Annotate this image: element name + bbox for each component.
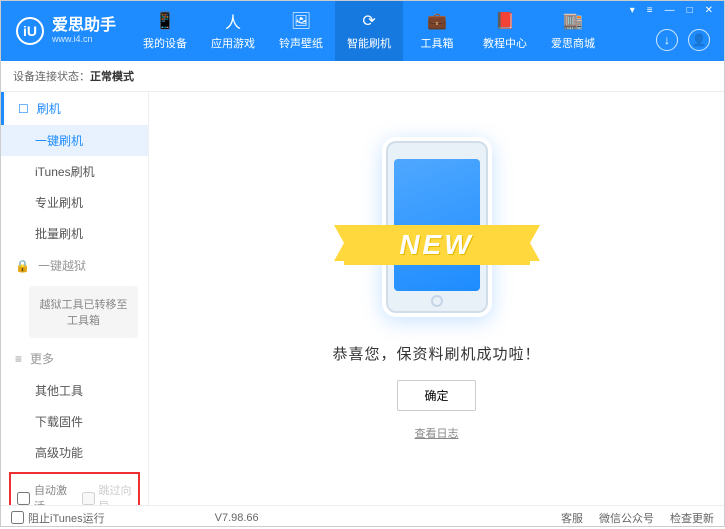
sidebar-item-2[interactable]: 专业刷机 (1, 187, 148, 218)
app-name: 爱思助手 (52, 18, 116, 34)
sidebar-more-item-1[interactable]: 下载固件 (1, 406, 148, 437)
sidebar-item-0[interactable]: 一键刷机 (1, 125, 148, 156)
footer-link-0[interactable]: 客服 (561, 510, 583, 526)
nav-item-0[interactable]: 📱 我的设备 (131, 1, 199, 61)
main-content: NEW 恭喜您，保资料刷机成功啦！ 确定 查看日志 (149, 92, 724, 505)
footer-link-1[interactable]: 微信公众号 (599, 510, 654, 526)
nav-item-1[interactable]: 人应用游戏 (199, 1, 267, 61)
nav-label: 爱思商城 (551, 35, 595, 51)
lock-icon: 🔒 (15, 259, 30, 273)
success-text: 恭喜您，保资料刷机成功啦！ (332, 343, 540, 364)
nav-icon: 🖼 (291, 11, 311, 31)
nav-icon: 💼 (427, 11, 447, 31)
options-row: 自动激活 跳过向导 (9, 472, 140, 505)
view-log-link[interactable]: 查看日志 (415, 425, 459, 441)
nav-item-6[interactable]: 🏬 爱思商城 (539, 1, 607, 61)
nav-icon: ⟳ (359, 11, 379, 31)
list-icon: ≡ (15, 352, 22, 366)
top-nav: 📱我的设备人应用游戏🖼铃声壁纸⟳智能刷机💼工具箱📕教程中心🏬爱思商城 (131, 1, 607, 61)
block-itunes-checkbox[interactable]: 阻止iTunes运行 (11, 510, 105, 526)
minimize-icon[interactable]: — (662, 5, 678, 16)
footer-link-2[interactable]: 检查更新 (670, 510, 714, 526)
new-banner: NEW (344, 225, 530, 265)
sidebar-more-item-0[interactable]: 其他工具 (1, 375, 148, 406)
status-bar: 设备连接状态：正常模式 (1, 61, 724, 92)
sidebar-more-item-2[interactable]: 高级功能 (1, 437, 148, 468)
logo: iU 爱思助手 www.i4.cn (1, 17, 131, 45)
titlebar: ▾ ≡ — □ ✕ (627, 5, 716, 16)
status-value: 正常模式 (90, 71, 134, 83)
nav-icon: 🏬 (563, 11, 583, 31)
sidebar-group-jailbreak: 🔒 一键越狱 (1, 249, 148, 282)
nav-label: 我的设备 (143, 35, 187, 51)
nav-item-4[interactable]: 💼 工具箱 (403, 1, 471, 61)
nav-icon: 人 (223, 11, 243, 31)
sidebar-item-3[interactable]: 批量刷机 (1, 218, 148, 249)
sidebar: ☐ 刷机 一键刷机iTunes刷机专业刷机批量刷机 🔒 一键越狱 越狱工具已转移… (1, 92, 149, 505)
nav-label: 工具箱 (421, 35, 454, 51)
nav-item-5[interactable]: 📕 教程中心 (471, 1, 539, 61)
sidebar-group-more[interactable]: ≡ 更多 (1, 342, 148, 375)
nav-item-2[interactable]: 🖼 铃声壁纸 (267, 1, 335, 61)
footer: 阻止iTunes运行 V7.98.66 客服微信公众号检查更新 (1, 505, 724, 529)
nav-label: 应用游戏 (211, 35, 255, 51)
close-icon[interactable]: ✕ (702, 5, 716, 16)
nav-label: 智能刷机 (347, 35, 391, 51)
maximize-icon[interactable]: □ (684, 5, 696, 16)
nav-icon: 📕 (495, 11, 515, 31)
jailbreak-note: 越狱工具已转移至工具箱 (29, 286, 138, 338)
tray-icon[interactable]: ≡ (644, 5, 656, 16)
header: iU 爱思助手 www.i4.cn 📱我的设备人应用游戏🖼铃声壁纸⟳智能刷机💼工… (1, 1, 724, 61)
skip-guide-checkbox[interactable]: 跳过向导 (82, 482, 133, 505)
sidebar-head-label: 刷机 (37, 100, 61, 117)
nav-item-3[interactable]: ⟳ 智能刷机 (335, 1, 403, 61)
ok-button[interactable]: 确定 (397, 380, 475, 411)
download-icon[interactable]: ↓ (656, 29, 678, 51)
app-url: www.i4.cn (52, 34, 116, 44)
version-label: V7.98.66 (215, 512, 259, 524)
phone-illustration: NEW (382, 137, 492, 317)
auto-activate-checkbox[interactable]: 自动激活 (17, 482, 68, 505)
menu-icon[interactable]: ▾ (627, 5, 638, 16)
status-label: 设备连接状态： (13, 71, 90, 83)
sidebar-head-flash[interactable]: ☐ 刷机 (1, 92, 148, 125)
nav-icon: 📱 (155, 11, 175, 31)
user-icon[interactable]: 👤 (688, 29, 710, 51)
nav-label: 铃声壁纸 (279, 35, 323, 51)
jailbreak-label: 一键越狱 (38, 257, 86, 274)
sidebar-item-1[interactable]: iTunes刷机 (1, 156, 148, 187)
nav-label: 教程中心 (483, 35, 527, 51)
flash-icon: ☐ (18, 102, 29, 116)
logo-icon: iU (16, 17, 44, 45)
more-label: 更多 (30, 350, 54, 367)
